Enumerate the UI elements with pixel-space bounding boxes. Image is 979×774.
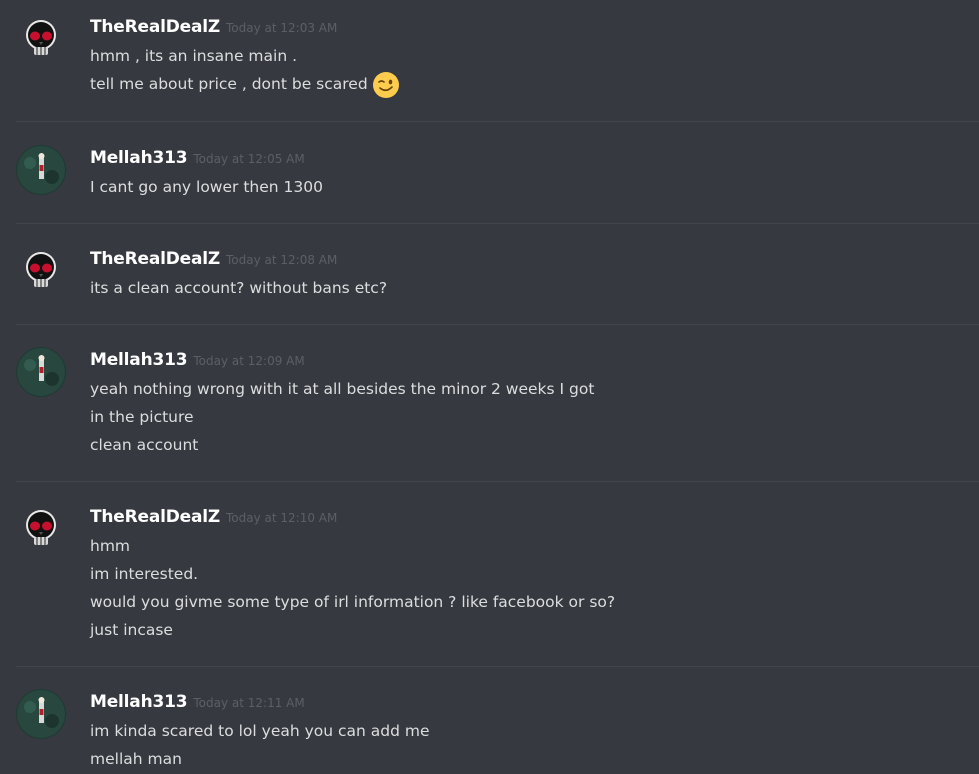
timestamp: Today at 12:09 AM [193,354,305,368]
message-line-text: tell me about price , dont be scared [90,75,368,93]
message-divider [16,223,979,224]
message-header: TheRealDealZ Today at 12:10 AM [90,504,337,530]
message-divider [16,666,979,667]
username[interactable]: Mellah313 [90,692,188,712]
message-content: im kinda scared to lol yeah you can add … [90,717,430,773]
timestamp: Today at 12:11 AM [193,696,305,710]
message-line: I cant go any lower then 1300 [90,178,323,196]
message-header: Mellah313 Today at 12:11 AM [90,689,305,715]
username[interactable]: TheRealDealZ [90,249,220,269]
message-content: hmm im interested. would you givme some … [90,532,615,644]
skull-avatar-icon[interactable] [16,504,66,554]
message-content: its a clean account? without bans etc? [90,274,387,302]
message-line: im kinda scared to lol yeah you can add … [90,722,430,740]
timestamp: Today at 12:03 AM [226,21,338,35]
message-line: hmm , its an insane main . [90,47,298,65]
message-line: in the picture [90,408,194,426]
message-line: its a clean account? without bans etc? [90,279,388,297]
username[interactable]: TheRealDealZ [90,507,220,527]
message-line: mellah man [90,750,182,768]
message-line: just incase [90,621,173,639]
message-line: hmm [90,537,131,555]
chat-message-list[interactable]: TheRealDealZ Today at 12:03 AM hmm , its … [0,0,979,774]
message-divider [16,121,979,122]
message-line: yeah nothing wrong with it at all beside… [90,380,595,398]
dark-green-portrait-avatar-icon[interactable] [16,145,66,195]
message-line: tell me about price , dont be scared [90,70,400,98]
message-content: yeah nothing wrong with it at all beside… [90,375,594,459]
message-header: Mellah313 Today at 12:05 AM [90,145,305,171]
message-header: Mellah313 Today at 12:09 AM [90,347,305,373]
skull-avatar-icon[interactable] [16,14,66,64]
username[interactable]: Mellah313 [90,350,188,370]
message-line: clean account [90,436,199,454]
message-header: TheRealDealZ Today at 12:03 AM [90,14,337,40]
dark-green-portrait-avatar-icon[interactable] [16,689,66,739]
winking-face-emoji[interactable] [372,71,400,99]
message-line: im interested. [90,565,199,583]
skull-avatar-icon[interactable] [16,246,66,296]
timestamp: Today at 12:05 AM [193,152,305,166]
username[interactable]: TheRealDealZ [90,17,220,37]
message-content: hmm , its an insane main . tell me about… [90,42,400,98]
message-content: I cant go any lower then 1300 [90,173,323,201]
message-line: would you givme some type of irl informa… [90,593,616,611]
timestamp: Today at 12:10 AM [226,511,338,525]
timestamp: Today at 12:08 AM [226,253,338,267]
message-divider [16,481,979,482]
dark-green-portrait-avatar-icon[interactable] [16,347,66,397]
message-divider [16,324,979,325]
message-header: TheRealDealZ Today at 12:08 AM [90,246,337,272]
username[interactable]: Mellah313 [90,148,188,168]
